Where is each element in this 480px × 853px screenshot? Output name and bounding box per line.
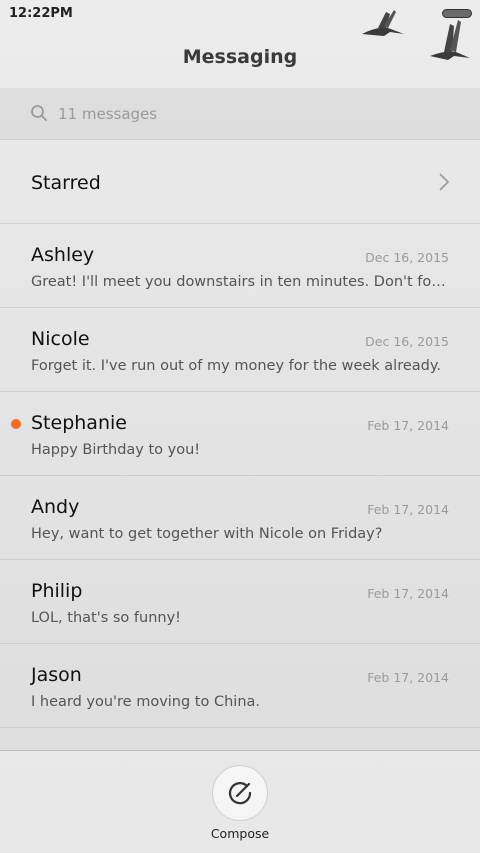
- message-date: Feb 17, 2014: [367, 418, 449, 433]
- message-date: Dec 16, 2015: [365, 334, 449, 349]
- message-date: Feb 17, 2014: [367, 502, 449, 517]
- search-input[interactable]: 11 messages: [58, 105, 157, 123]
- starred-label: Starred: [31, 172, 101, 194]
- conversation-item-philip[interactable]: Philip Feb 17, 2014 LOL, that's so funny…: [0, 560, 480, 644]
- message-preview: I heard you're moving to China.: [31, 694, 261, 710]
- starred-row[interactable]: Starred: [0, 140, 480, 224]
- app-header: Messaging: [0, 28, 480, 88]
- message-preview: Great! I'll meet you downstairs in ten m…: [31, 274, 451, 290]
- message-preview: Hey, want to get together with Nicole on…: [31, 526, 383, 542]
- compose-icon: [228, 782, 252, 805]
- contact-name: Ashley: [31, 244, 95, 266]
- bottom-action-bar: Compose: [0, 750, 480, 853]
- chevron-right-icon: [439, 173, 450, 191]
- message-date: Feb 17, 2014: [367, 670, 449, 685]
- battery-icon: [442, 9, 472, 18]
- status-time: 12:22PM: [9, 6, 73, 21]
- compose-button[interactable]: [212, 765, 268, 821]
- message-preview: LOL, that's so funny!: [31, 610, 181, 626]
- contact-name: Stephanie: [31, 412, 127, 434]
- contact-name: Andy: [31, 496, 80, 518]
- conversation-item-andy[interactable]: Andy Feb 17, 2014 Hey, want to get toget…: [0, 476, 480, 560]
- contact-name: Jason: [31, 664, 82, 686]
- conversation-item-jason[interactable]: Jason Feb 17, 2014 I heard you're moving…: [0, 644, 480, 728]
- message-preview: Forget it. I've run out of my money for …: [31, 358, 441, 374]
- message-date: Feb 17, 2014: [367, 586, 449, 601]
- conversation-item-ashley[interactable]: Ashley Dec 16, 2015 Great! I'll meet you…: [0, 224, 480, 308]
- message-date: Dec 16, 2015: [365, 250, 449, 265]
- conversation-item-nicole[interactable]: Nicole Dec 16, 2015 Forget it. I've run …: [0, 308, 480, 392]
- search-icon: [31, 105, 47, 121]
- contact-name: Nicole: [31, 328, 90, 350]
- page-title: Messaging: [182, 46, 298, 68]
- message-preview: Happy Birthday to you!: [31, 442, 201, 458]
- search-bar[interactable]: 11 messages: [0, 88, 480, 140]
- conversation-item-stephanie[interactable]: Stephanie Feb 17, 2014 Happy Birthday to…: [0, 392, 480, 476]
- compose-label: Compose: [210, 826, 270, 841]
- unread-indicator: [11, 419, 21, 429]
- contact-name: Philip: [31, 580, 83, 602]
